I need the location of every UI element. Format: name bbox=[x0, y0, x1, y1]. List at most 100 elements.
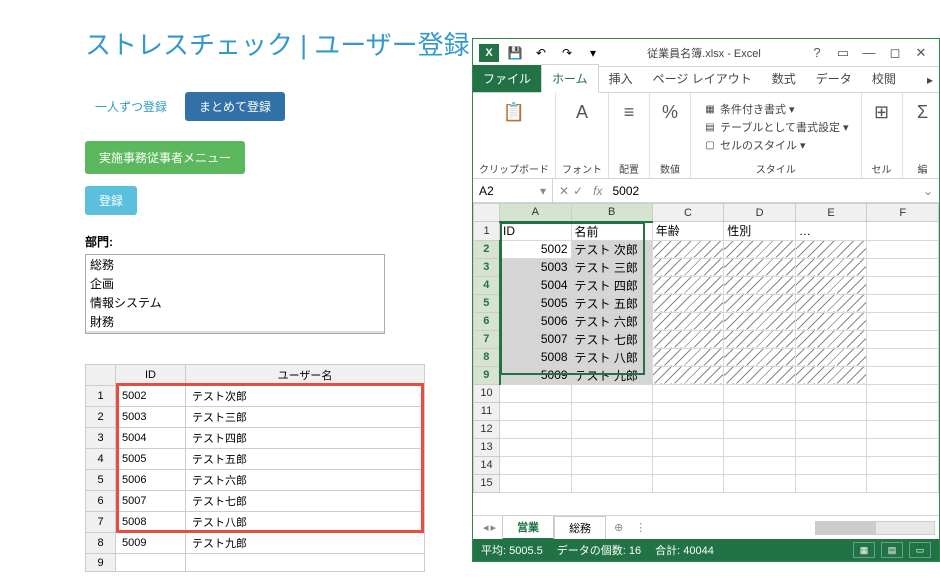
row-header[interactable]: 1 bbox=[474, 222, 500, 241]
grid-cell[interactable]: テスト 五郎 bbox=[571, 294, 652, 312]
grid-cell[interactable] bbox=[652, 438, 724, 456]
grid-cell[interactable] bbox=[724, 456, 796, 474]
col-header[interactable]: A bbox=[500, 204, 572, 222]
cell-id[interactable]: 5003 bbox=[116, 407, 186, 428]
tab-insert[interactable]: 挿入 bbox=[599, 65, 643, 92]
sheet-tab-active[interactable]: 営業 bbox=[502, 515, 554, 540]
tab-scroll-icon[interactable]: ▸ bbox=[921, 68, 939, 92]
cell-name[interactable]: テスト三郎 bbox=[186, 407, 425, 428]
cell-styles-button[interactable]: ▢セルのスタイル ▾ bbox=[703, 137, 849, 153]
ribbon-edit[interactable]: Σ 編 bbox=[903, 93, 940, 178]
cell-name[interactable] bbox=[186, 554, 425, 572]
dept-option[interactable]: 情報システム bbox=[86, 293, 384, 312]
align-icon[interactable]: ≡ bbox=[615, 97, 643, 127]
grid-cell[interactable] bbox=[724, 438, 796, 456]
grid-cell[interactable]: 5009 bbox=[500, 366, 572, 384]
ribbon-align[interactable]: ≡ 配置 bbox=[609, 93, 650, 178]
grid-cell[interactable]: テスト 三郎 bbox=[571, 258, 652, 276]
ribbon-options-icon[interactable]: ▭ bbox=[831, 44, 855, 62]
grid-cell[interactable] bbox=[795, 294, 867, 312]
cell-name[interactable]: テスト七郎 bbox=[186, 491, 425, 512]
undo-icon[interactable]: ↶ bbox=[531, 44, 551, 62]
grid-cell[interactable] bbox=[724, 384, 796, 402]
grid-cell[interactable] bbox=[724, 276, 796, 294]
grid-cell[interactable] bbox=[500, 474, 572, 492]
cell-id[interactable]: 5008 bbox=[116, 512, 186, 533]
cond-format-button[interactable]: ▦条件付き書式 ▾ bbox=[703, 101, 849, 117]
grid-cell[interactable] bbox=[867, 402, 939, 420]
font-icon[interactable]: A bbox=[568, 97, 596, 127]
grid-cell[interactable] bbox=[867, 222, 939, 241]
grid-cell[interactable] bbox=[571, 402, 652, 420]
row-header[interactable]: 9 bbox=[474, 366, 500, 384]
grid-cell[interactable] bbox=[795, 330, 867, 348]
view-layout-icon[interactable]: ▤ bbox=[881, 542, 903, 558]
grid-cell[interactable] bbox=[571, 384, 652, 402]
grid-cell[interactable] bbox=[652, 456, 724, 474]
grid-cell[interactable] bbox=[652, 240, 724, 258]
expand-formula-icon[interactable]: ⌄ bbox=[917, 184, 939, 198]
grid-cell[interactable] bbox=[795, 438, 867, 456]
cell-name[interactable]: テスト九郎 bbox=[186, 533, 425, 554]
row-header[interactable]: 8 bbox=[474, 348, 500, 366]
grid-cell[interactable] bbox=[724, 474, 796, 492]
grid-cell[interactable] bbox=[795, 456, 867, 474]
grid-cell[interactable] bbox=[652, 294, 724, 312]
sheet-tab-other[interactable]: 総務 bbox=[554, 516, 606, 540]
row-header[interactable]: 11 bbox=[474, 402, 500, 420]
grid-cell[interactable]: ID bbox=[500, 222, 572, 241]
view-break-icon[interactable]: ▭ bbox=[909, 542, 931, 558]
formula-input[interactable]: 5002 bbox=[606, 182, 916, 200]
dept-option[interactable]: 総務 bbox=[86, 255, 384, 274]
edit-icon[interactable]: Σ bbox=[909, 97, 937, 127]
grid-cell[interactable] bbox=[571, 438, 652, 456]
cell-id[interactable]: 5009 bbox=[116, 533, 186, 554]
grid-cell[interactable] bbox=[724, 294, 796, 312]
grid-cell[interactable] bbox=[724, 258, 796, 276]
tab-single[interactable]: 一人ずつ登録 bbox=[85, 92, 177, 121]
ribbon-clipboard[interactable]: 📋 クリップボード bbox=[473, 93, 556, 178]
grid-cell[interactable] bbox=[795, 258, 867, 276]
grid-cell[interactable] bbox=[724, 312, 796, 330]
cell-name[interactable]: テスト八郎 bbox=[186, 512, 425, 533]
sheet-prev-icon[interactable]: ◂ bbox=[483, 521, 489, 534]
grid-cell[interactable] bbox=[724, 348, 796, 366]
grid-cell[interactable] bbox=[867, 420, 939, 438]
row-header[interactable]: 5 bbox=[474, 294, 500, 312]
grid-cell[interactable] bbox=[724, 420, 796, 438]
grid-cell[interactable] bbox=[500, 420, 572, 438]
grid-cell[interactable] bbox=[652, 312, 724, 330]
grid-cell[interactable] bbox=[571, 456, 652, 474]
grid-cell[interactable] bbox=[795, 384, 867, 402]
grid-cell[interactable] bbox=[795, 348, 867, 366]
col-header[interactable]: D bbox=[724, 204, 796, 222]
row-header[interactable]: 3 bbox=[474, 258, 500, 276]
sheet-next-icon[interactable]: ▸ bbox=[491, 521, 497, 534]
grid-cell[interactable] bbox=[571, 420, 652, 438]
qat-dropdown-icon[interactable]: ▾ bbox=[583, 44, 603, 62]
tab-formulas[interactable]: 数式 bbox=[762, 65, 806, 92]
ribbon-font[interactable]: A フォント bbox=[556, 93, 609, 178]
grid-cell[interactable] bbox=[724, 402, 796, 420]
row-header[interactable]: 10 bbox=[474, 384, 500, 402]
cell-name[interactable]: テスト次郎 bbox=[186, 386, 425, 407]
grid-cell[interactable]: 年齢 bbox=[652, 222, 724, 241]
table-row[interactable]: 7 5008 テスト八郎 bbox=[86, 512, 425, 533]
grid-cell[interactable] bbox=[867, 456, 939, 474]
select-all-cell[interactable] bbox=[474, 204, 500, 222]
cell-name[interactable]: テスト六郎 bbox=[186, 470, 425, 491]
grid-cell[interactable] bbox=[867, 330, 939, 348]
grid-cell[interactable] bbox=[867, 294, 939, 312]
row-header[interactable]: 15 bbox=[474, 474, 500, 492]
grid-cell[interactable] bbox=[571, 474, 652, 492]
grid-cell[interactable] bbox=[652, 366, 724, 384]
tab-home[interactable]: ホーム bbox=[541, 64, 599, 93]
grid-cell[interactable] bbox=[652, 402, 724, 420]
grid-cell[interactable]: テスト 四郎 bbox=[571, 276, 652, 294]
col-header[interactable]: F bbox=[867, 204, 939, 222]
paste-icon[interactable]: 📋 bbox=[500, 97, 528, 127]
cell-id[interactable]: 5007 bbox=[116, 491, 186, 512]
add-sheet-icon[interactable]: ⊕ bbox=[606, 518, 631, 537]
grid-cell[interactable] bbox=[867, 240, 939, 258]
ribbon-number[interactable]: % 数値 bbox=[650, 93, 691, 178]
